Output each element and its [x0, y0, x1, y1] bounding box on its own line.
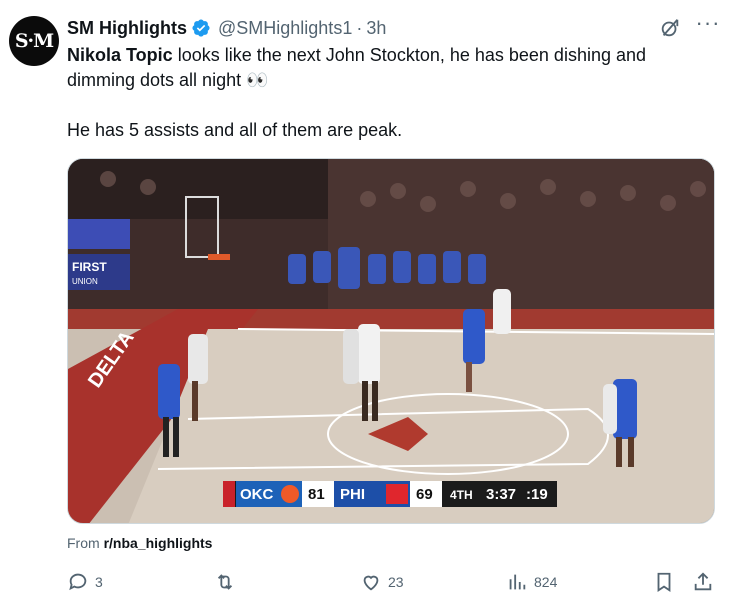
reply-button[interactable]: 3 [67, 567, 103, 597]
bookmark-button[interactable] [653, 567, 675, 597]
game-clock: 3:37 [486, 486, 516, 503]
author-handle[interactable]: @SMHighlights1 [218, 18, 352, 39]
repost-icon [217, 574, 233, 590]
avatar[interactable]: S·M [9, 16, 59, 66]
source-attribution: From r/nba_highlights [67, 535, 212, 551]
tweet-header: SM Highlights @SMHighlights1 · 3h [67, 16, 386, 40]
share-button[interactable] [692, 567, 714, 597]
views-button[interactable]: 824 [506, 567, 557, 597]
video-frame: FIRST UNION DELTA OKC 81 PHI 69 4TH 3:37… [68, 159, 714, 523]
like-button[interactable]: 23 [360, 567, 404, 597]
shot-clock: :19 [526, 486, 548, 503]
mentioned-player: Nikola Topic [67, 45, 173, 65]
share-icon [694, 572, 712, 591]
post-time[interactable]: 3h [366, 18, 386, 39]
banner-subtext: UNION [72, 277, 98, 286]
source-name[interactable]: r/nba_highlights [104, 535, 213, 551]
like-count: 23 [388, 574, 404, 590]
team2-name: PHI [340, 486, 365, 503]
more-icon[interactable]: ··· [695, 12, 721, 40]
author-name[interactable]: SM Highlights [67, 18, 187, 39]
text-line-2: He has 5 assists and all of them are pea… [67, 120, 403, 140]
tweet-text: Nikola Topic looks like the next John St… [67, 43, 717, 143]
source-prefix: From [67, 535, 104, 551]
scoreboard: OKC 81 PHI 69 4TH 3:37 :19 [223, 481, 557, 507]
reply-icon [69, 573, 87, 591]
team1-score: 81 [308, 486, 325, 503]
tweet[interactable]: S·M SM Highlights @SMHighlights1 · 3h ··… [0, 0, 745, 606]
like-icon [363, 575, 379, 591]
video-player[interactable]: FIRST UNION DELTA OKC 81 PHI 69 4TH 3:37… [67, 158, 715, 524]
repost-button[interactable] [214, 567, 242, 597]
team1-name: OKC [240, 486, 274, 503]
separator-dot: · [356, 17, 363, 38]
team2-score: 69 [416, 486, 433, 503]
reply-count: 3 [95, 574, 103, 590]
action-bar: 3 23 824 [0, 567, 745, 597]
banner-text: FIRST [72, 260, 107, 274]
avatar-text: S·M [14, 30, 54, 52]
grok-icon[interactable] [659, 17, 681, 39]
verified-badge-icon [192, 19, 210, 37]
bookmark-icon [657, 572, 671, 592]
game-period: 4TH [450, 488, 473, 502]
text-line-1: Nikola Topic looks like the next John St… [67, 43, 717, 93]
views-icon [509, 574, 526, 590]
views-count: 824 [534, 574, 558, 590]
